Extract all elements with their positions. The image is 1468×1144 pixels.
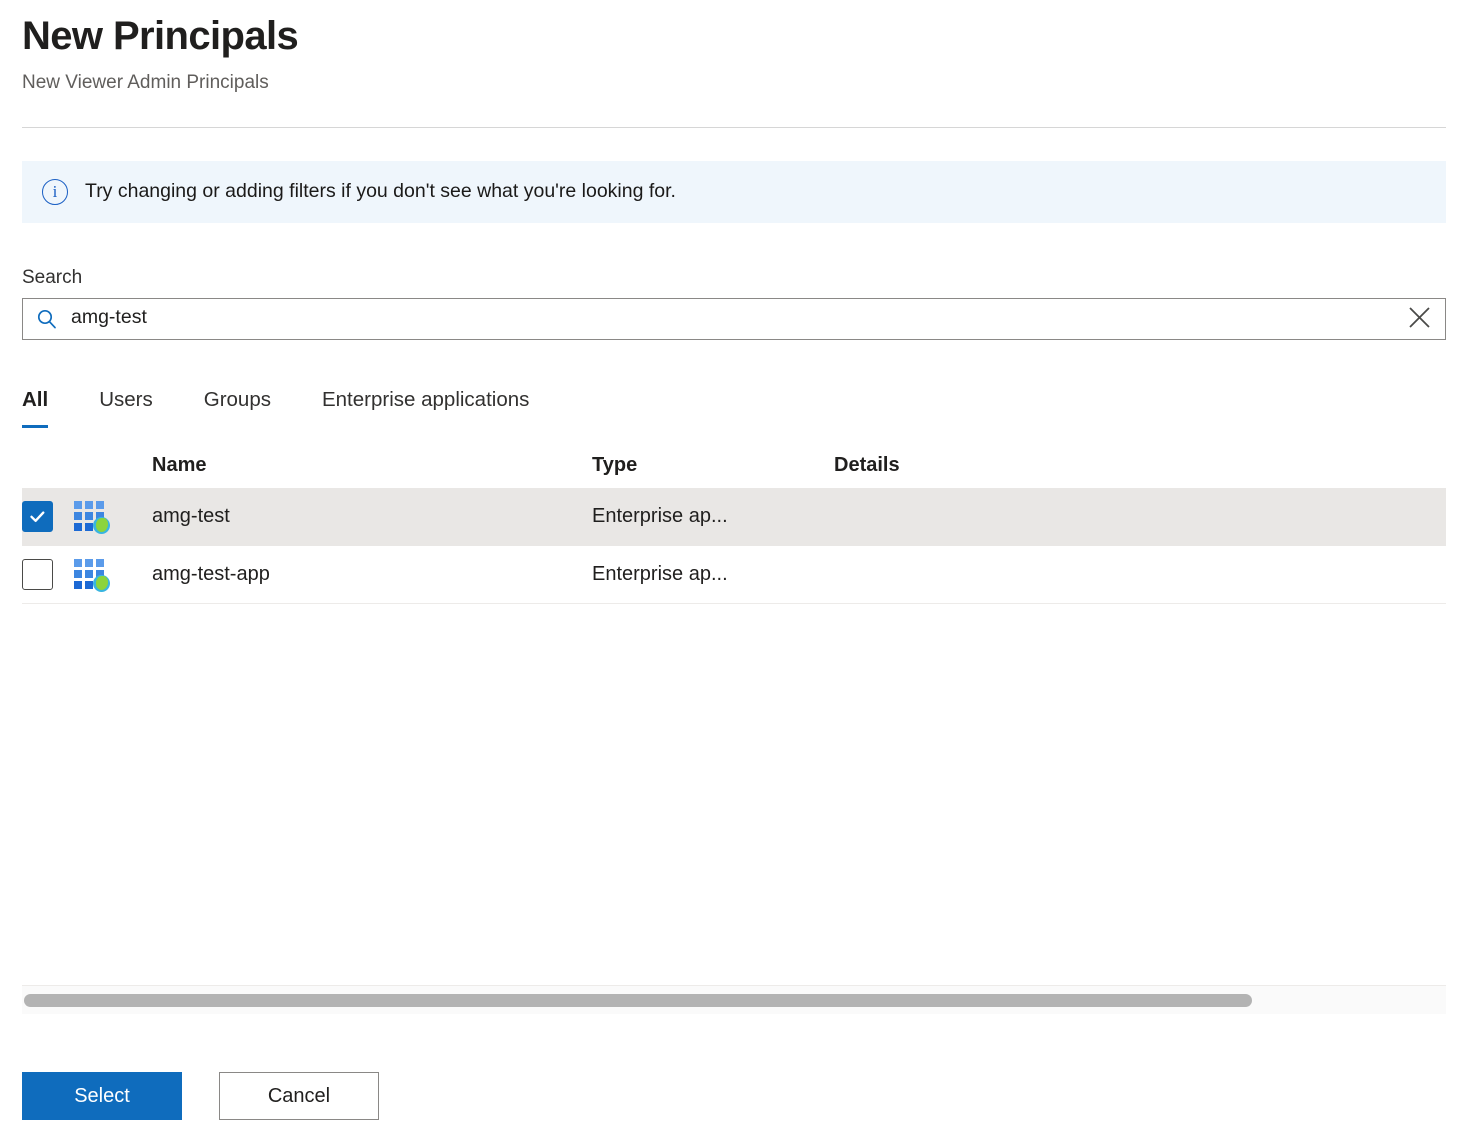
row-checkbox-unchecked[interactable] <box>22 559 53 590</box>
column-header-type: Type <box>592 454 834 477</box>
panel-footer: Select Cancel <box>0 1072 1468 1144</box>
header-divider <box>22 127 1446 128</box>
tab-groups[interactable]: Groups <box>204 388 271 424</box>
principals-list: amg-test Enterprise ap... <box>22 488 1446 740</box>
horizontal-scrollbar[interactable] <box>22 986 1446 1014</box>
info-banner-text: Try changing or adding filters if you do… <box>85 180 676 203</box>
search-icon <box>23 307 71 331</box>
tab-all[interactable]: All <box>22 388 48 424</box>
tab-users[interactable]: Users <box>99 388 153 424</box>
enterprise-application-icon <box>74 499 108 533</box>
enterprise-application-icon <box>74 557 108 591</box>
row-type: Enterprise ap... <box>592 505 834 528</box>
info-circle-icon: i <box>42 179 68 205</box>
row-type: Enterprise ap... <box>592 563 834 586</box>
row-name: amg-test-app <box>152 563 592 586</box>
search-input[interactable] <box>71 306 1393 331</box>
search-box[interactable] <box>22 298 1446 340</box>
principals-table: Name Type Details <box>22 424 1446 740</box>
new-principals-panel: New Principals New Viewer Admin Principa… <box>0 0 1468 1144</box>
search-label: Search <box>22 267 1446 289</box>
info-banner: i Try changing or adding filters if you … <box>22 161 1446 223</box>
close-icon <box>1406 304 1433 334</box>
row-select-cell[interactable] <box>22 559 74 590</box>
row-checkbox-checked[interactable] <box>22 501 53 532</box>
row-select-cell[interactable] <box>22 501 74 532</box>
scroll-region <box>0 985 1468 1014</box>
column-header-name: Name <box>152 454 592 477</box>
tab-enterprise-applications[interactable]: Enterprise applications <box>322 388 529 424</box>
cancel-button[interactable]: Cancel <box>219 1072 379 1120</box>
panel-header: New Principals New Viewer Admin Principa… <box>0 0 1468 95</box>
row-name: amg-test <box>152 505 592 528</box>
row-icon-cell <box>74 557 152 591</box>
page-title: New Principals <box>22 14 1446 58</box>
page-subtitle: New Viewer Admin Principals <box>22 72 1446 95</box>
select-button[interactable]: Select <box>22 1072 182 1120</box>
search-block: Search <box>22 267 1446 340</box>
clear-search-button[interactable] <box>1393 299 1445 339</box>
table-row[interactable]: amg-test Enterprise ap... <box>22 488 1446 546</box>
row-icon-cell <box>74 499 152 533</box>
horizontal-scrollbar-thumb[interactable] <box>24 994 1252 1007</box>
principal-type-tabs: All Users Groups Enterprise applications <box>22 376 1446 424</box>
column-header-details: Details <box>834 454 1074 477</box>
table-header-row: Name Type Details <box>22 424 1446 488</box>
table-row[interactable]: amg-test-app Enterprise ap... <box>22 546 1446 604</box>
